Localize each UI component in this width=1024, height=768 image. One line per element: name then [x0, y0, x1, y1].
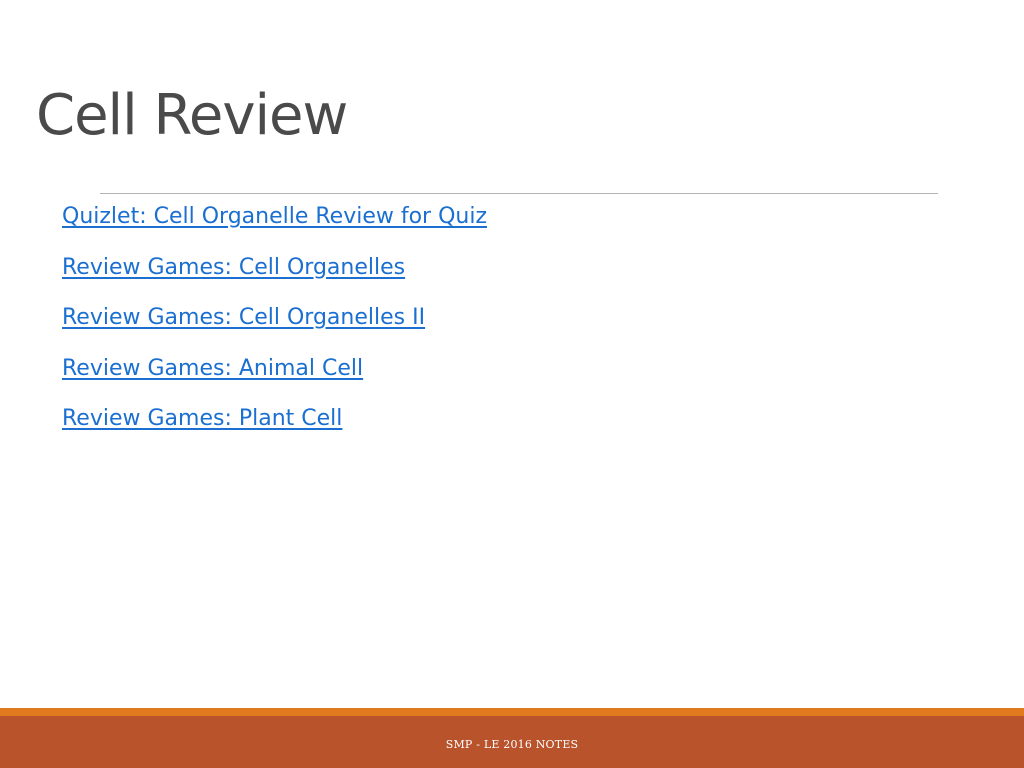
slide: Cell Review Quizlet: Cell Organelle Revi… — [0, 0, 1024, 768]
slide-title: Cell Review — [36, 83, 348, 148]
link-review-games-animal-cell[interactable]: Review Games: Animal Cell — [62, 356, 363, 381]
link-list: Quizlet: Cell Organelle Review for Quiz … — [62, 203, 487, 456]
list-item: Review Games: Animal Cell — [62, 355, 487, 406]
list-item: Review Games: Cell Organelles II — [62, 304, 487, 355]
link-review-games-plant-cell[interactable]: Review Games: Plant Cell — [62, 406, 342, 431]
title-divider — [100, 193, 938, 194]
footer-text: SMP - LE 2016 NOTES — [445, 738, 579, 751]
footer-accent-bar — [0, 708, 1024, 716]
list-item: Review Games: Cell Organelles — [62, 254, 487, 305]
link-review-games-cell-organelles-ii[interactable]: Review Games: Cell Organelles II — [62, 305, 425, 330]
link-quizlet-cell-organelle-review[interactable]: Quizlet: Cell Organelle Review for Quiz — [62, 204, 487, 229]
list-item: Review Games: Plant Cell — [62, 405, 487, 456]
link-review-games-cell-organelles[interactable]: Review Games: Cell Organelles — [62, 255, 405, 280]
list-item: Quizlet: Cell Organelle Review for Quiz — [62, 203, 487, 254]
